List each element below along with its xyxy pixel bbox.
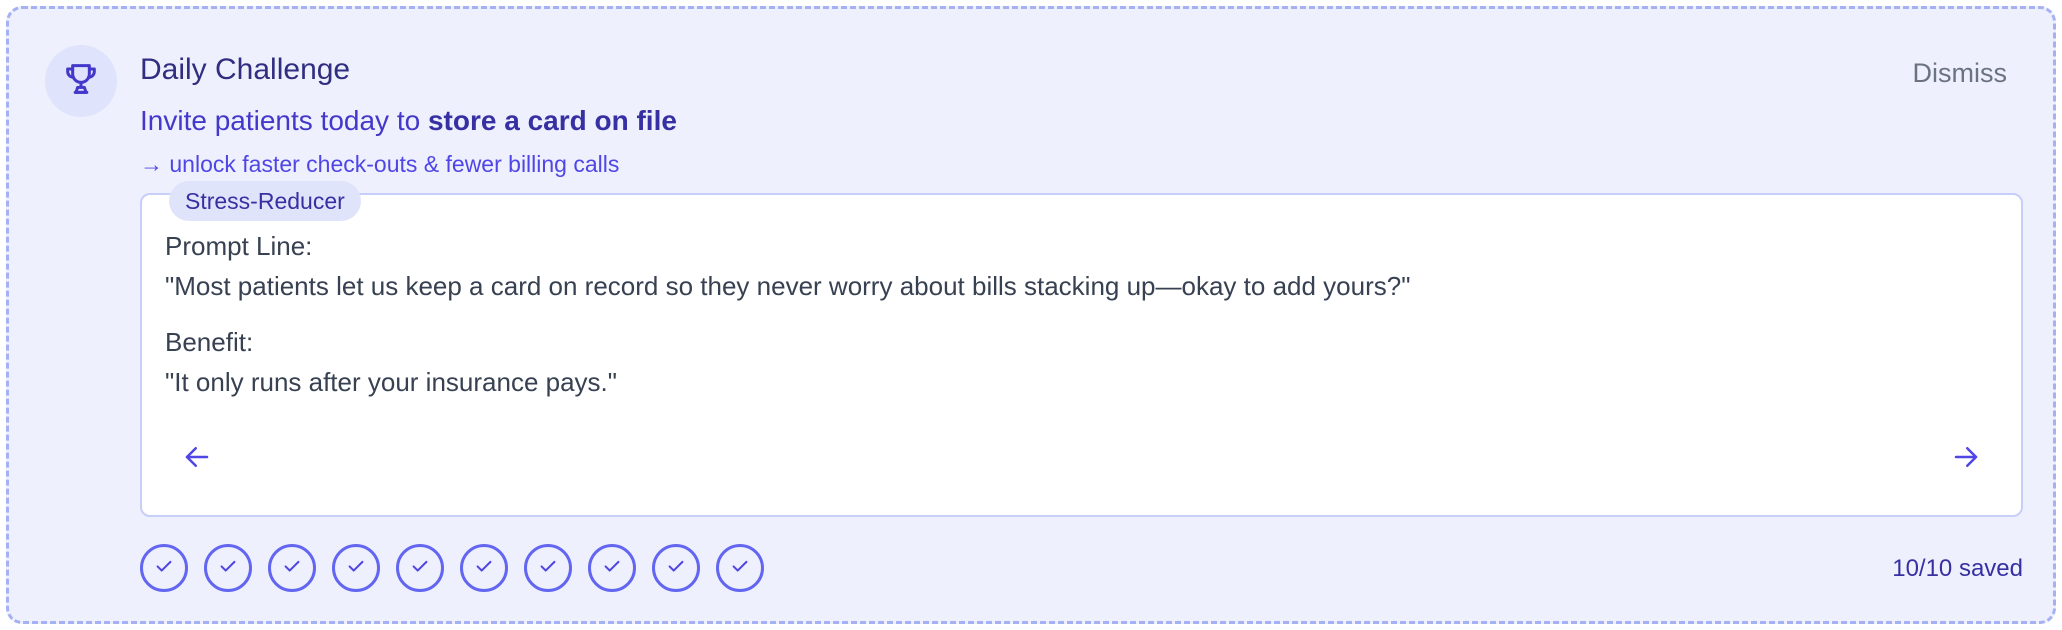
saved-count: 10/10 saved — [1892, 555, 2023, 582]
progress-step — [588, 544, 636, 592]
check-icon — [409, 555, 431, 582]
progress-step — [652, 544, 700, 592]
next-script-button[interactable] — [1944, 436, 1988, 480]
check-icon — [665, 555, 687, 582]
progress-step — [524, 544, 572, 592]
benefit-label: Benefit: — [165, 327, 254, 357]
previous-script-button[interactable] — [175, 436, 219, 480]
progress-step — [332, 544, 380, 592]
script-panel: Stress-Reducer Prompt Line: "Most patien… — [140, 181, 2023, 517]
invite-highlight: store a card on file — [427, 105, 677, 136]
dismiss-button[interactable]: Dismiss — [1907, 54, 2014, 93]
check-icon — [153, 555, 175, 582]
progress-step — [460, 544, 508, 592]
check-icon — [601, 555, 623, 582]
prompt-line-text: "Most patients let us keep a card on rec… — [165, 271, 1411, 301]
invite-line: Invite patients today to store a card on… — [140, 105, 677, 137]
arrow-left-icon — [182, 442, 212, 475]
progress-step — [204, 544, 252, 592]
challenge-title: Daily Challenge — [140, 53, 351, 86]
unlock-benefit-line: → unlock faster check-outs & fewer billi… — [140, 151, 620, 177]
progress-step — [140, 544, 188, 592]
daily-challenge-card: Daily Challenge Dismiss Invite patients … — [6, 6, 2056, 624]
check-icon — [729, 555, 751, 582]
script-tag: Stress-Reducer — [169, 181, 361, 221]
trophy-icon — [61, 59, 101, 104]
check-icon — [281, 555, 303, 582]
check-icon — [217, 555, 239, 582]
benefit-text: "It only runs after your insurance pays.… — [165, 367, 618, 397]
check-icon — [345, 555, 367, 582]
progress-step — [268, 544, 316, 592]
arrow-right-icon — [1951, 442, 1981, 475]
invite-prefix: Invite patients today to — [140, 105, 428, 136]
trophy-badge — [45, 45, 117, 117]
progress-steps — [140, 544, 764, 596]
progress-step — [716, 544, 764, 592]
check-icon — [537, 555, 559, 582]
check-icon — [473, 555, 495, 582]
progress-step — [396, 544, 444, 592]
prompt-line-label: Prompt Line: — [165, 231, 313, 261]
